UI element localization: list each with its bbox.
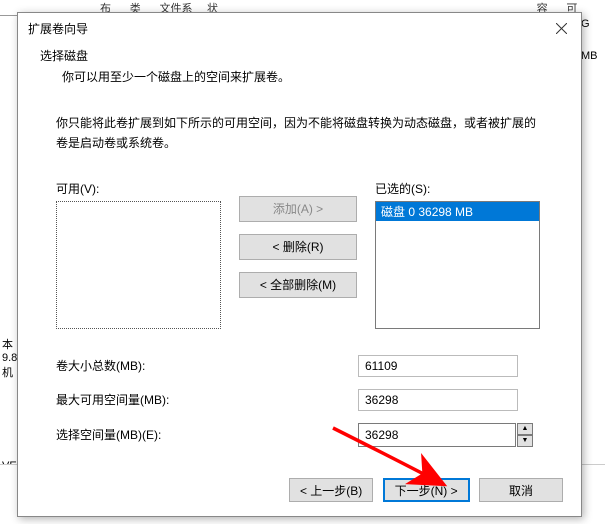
available-listbox[interactable] [56, 201, 221, 329]
wizard-step-subtitle: 你可以用至少一个磁盘上的空间来扩展卷。 [40, 68, 559, 85]
wizard-step-title: 选择磁盘 [40, 47, 559, 64]
remove-all-button[interactable]: < 全部删除(M) [239, 272, 357, 298]
list-item[interactable]: 磁盘 0 36298 MB [376, 202, 539, 221]
close-icon [556, 23, 567, 34]
selected-listbox[interactable]: 磁盘 0 36298 MB [375, 201, 540, 329]
next-button[interactable]: 下一步(N) > [383, 478, 470, 502]
wizard-header: 选择磁盘 你可以用至少一个磁盘上的空间来扩展卷。 [18, 43, 581, 101]
description-text: 你只能将此卷扩展到如下所示的可用空间，因为不能将磁盘转换为动态磁盘，或者被扩展的… [56, 113, 543, 154]
cancel-button[interactable]: 取消 [479, 478, 563, 502]
available-label: 可用(V): [56, 180, 221, 197]
total-size-label: 卷大小总数(MB): [56, 357, 358, 374]
select-space-label: 选择空间量(MB)(E): [56, 426, 358, 443]
titlebar: 扩展卷向导 [18, 13, 581, 43]
spinner-up-button[interactable]: ▲ [517, 423, 533, 435]
wizard-footer: < 上一步(B) 下一步(N) > 取消 [283, 478, 563, 502]
back-button[interactable]: < 上一步(B) [289, 478, 373, 502]
add-button[interactable]: 添加(A) > [239, 196, 357, 222]
close-button[interactable] [541, 14, 581, 42]
select-space-input[interactable] [358, 423, 516, 447]
max-space-label: 最大可用空间量(MB): [56, 391, 358, 408]
remove-button[interactable]: < 删除(R) [239, 234, 357, 260]
max-space-value: 36298 [358, 389, 518, 411]
extend-volume-wizard-dialog: 扩展卷向导 选择磁盘 你可以用至少一个磁盘上的空间来扩展卷。 你只能将此卷扩展到… [17, 12, 582, 517]
selected-label: 已选的(S): [375, 180, 540, 197]
total-size-value: 61109 [358, 355, 518, 377]
spinner-down-button[interactable]: ▼ [517, 435, 533, 447]
dialog-title: 扩展卷向导 [28, 20, 541, 37]
